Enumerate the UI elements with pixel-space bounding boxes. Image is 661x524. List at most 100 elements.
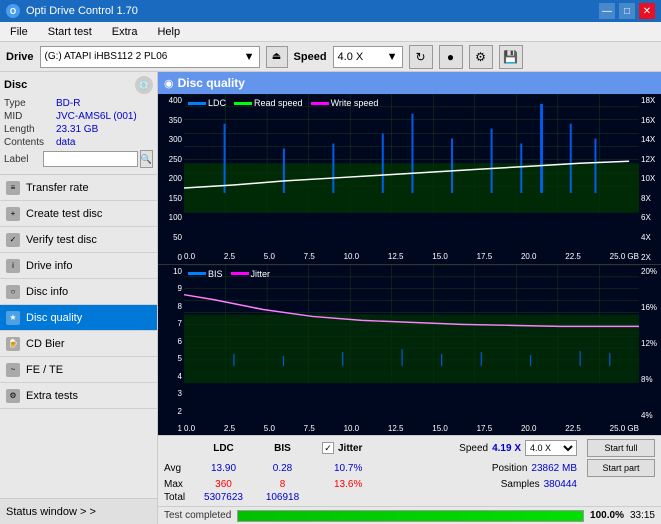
lower-y-axis: 10987654321 — [158, 265, 184, 436]
legend-read: Read speed — [234, 98, 303, 108]
menu-file[interactable]: File — [4, 24, 34, 40]
sidebar-item-drive-info[interactable]: i Drive info — [0, 253, 157, 279]
avg-ldc: 13.90 — [211, 463, 236, 474]
data-header-row: LDC BIS ✓ Jitter Speed 4.19 X 4.0 X — [164, 439, 655, 457]
legend-read-label: Read speed — [254, 98, 303, 108]
total-bis: 106918 — [266, 492, 299, 503]
bottom-panel: LDC BIS ✓ Jitter Speed 4.19 X 4.0 X — [158, 435, 661, 506]
legend-jitter-label: Jitter — [251, 269, 271, 279]
legend-write-label: Write speed — [331, 98, 379, 108]
settings-button[interactable]: ⚙ — [469, 45, 493, 69]
drive-info-icon: i — [6, 259, 20, 273]
speed-label: Speed — [294, 51, 327, 63]
disc-icon: 💿 — [135, 76, 153, 94]
upper-chart-svg — [184, 94, 639, 213]
eject-button[interactable]: ⏏ — [266, 46, 288, 68]
legend-ldc: LDC — [188, 98, 226, 108]
speed-value: 4.19 X — [492, 443, 521, 454]
bis-header: BIS — [274, 443, 291, 454]
speed-selector[interactable]: 4.0 X ▼ — [333, 46, 403, 68]
mid-value: JVC-AMS6L (001) — [56, 111, 137, 122]
contents-label: Contents — [4, 137, 56, 148]
data-total-row: Total 5307623 106918 — [164, 492, 655, 503]
sidebar-item-label: Disc info — [26, 286, 68, 298]
sidebar: Disc 💿 Type BD-R MID JVC-AMS6L (001) Len… — [0, 72, 158, 524]
position-value: 23862 MB — [531, 463, 577, 474]
status-window-button[interactable]: Status window > > — [0, 498, 157, 524]
max-ldc: 360 — [215, 479, 232, 490]
sidebar-item-label: CD Bier — [26, 338, 65, 350]
label-input[interactable] — [43, 151, 138, 167]
start-part-button[interactable]: Start part — [587, 459, 655, 477]
sidebar-item-label: Transfer rate — [26, 182, 89, 194]
burn-button[interactable]: ● — [439, 45, 463, 69]
app-title: Opti Drive Control 1.70 — [26, 5, 138, 17]
max-row-label: Max — [164, 479, 192, 490]
sidebar-item-disc-quality[interactable]: ★ Disc quality — [0, 305, 157, 331]
speed-value: 4.0 X — [338, 51, 383, 63]
sidebar-item-label: Create test disc — [26, 208, 102, 220]
length-label: Length — [4, 124, 56, 135]
max-bis: 8 — [280, 479, 286, 490]
drive-selector[interactable]: (G:) ATAPI iHBS112 2 PL06 ▼ — [40, 46, 260, 68]
ldc-header: LDC — [213, 443, 234, 454]
close-button[interactable]: ✕ — [639, 3, 655, 19]
sidebar-item-fe-te[interactable]: ~ FE / TE — [0, 357, 157, 383]
legend-write: Write speed — [311, 98, 379, 108]
drive-bar: Drive (G:) ATAPI iHBS112 2 PL06 ▼ ⏏ Spee… — [0, 42, 661, 72]
samples-label: Samples — [501, 479, 540, 490]
drive-value: (G:) ATAPI iHBS112 2 PL06 — [45, 51, 240, 62]
bis-col-header: BIS — [255, 443, 310, 454]
chart-title: Disc quality — [178, 76, 245, 90]
jitter-checkbox[interactable]: ✓ — [322, 442, 334, 454]
sidebar-item-disc-info[interactable]: ○ Disc info — [0, 279, 157, 305]
time-text: 33:15 — [630, 510, 655, 521]
minimize-button[interactable]: — — [599, 3, 615, 19]
legend-jitter: Jitter — [231, 269, 271, 279]
avg-row-label: Avg — [164, 463, 192, 474]
sidebar-item-cd-bier[interactable]: 🍺 CD Bier — [0, 331, 157, 357]
drive-dropdown-icon: ▼ — [244, 51, 255, 63]
chart-header: ◉ Disc quality — [158, 72, 661, 94]
length-value: 23.31 GB — [56, 124, 98, 135]
sidebar-item-transfer-rate[interactable]: ≡ Transfer rate — [0, 175, 157, 201]
disc-panel: Disc 💿 Type BD-R MID JVC-AMS6L (001) Len… — [0, 72, 157, 175]
cd-bier-icon: 🍺 — [6, 337, 20, 351]
maximize-button[interactable]: □ — [619, 3, 635, 19]
status-window-label: Status window > > — [6, 506, 96, 518]
upper-x-axis: 0.02.55.07.510.012.515.017.520.022.525.0… — [184, 250, 639, 264]
data-avg-row: Avg 13.90 0.28 10.7% Position 23862 MB — [164, 459, 655, 477]
drive-label: Drive — [6, 51, 34, 63]
sidebar-item-create-test-disc[interactable]: + Create test disc — [0, 201, 157, 227]
verify-test-disc-icon: ✓ — [6, 233, 20, 247]
start-full-button[interactable]: Start full — [587, 439, 655, 457]
speed-select[interactable]: 4.0 X — [525, 440, 577, 456]
extra-tests-icon: ⚙ — [6, 389, 20, 403]
refresh-button[interactable]: ↻ — [409, 45, 433, 69]
menu-bar: File Start test Extra Help — [0, 22, 661, 42]
save-button[interactable]: 💾 — [499, 45, 523, 69]
speed-label: Speed — [459, 443, 488, 454]
legend-bis: BIS — [188, 269, 223, 279]
menu-help[interactable]: Help — [151, 24, 186, 40]
samples-value: 380444 — [544, 479, 577, 490]
sidebar-item-extra-tests[interactable]: ⚙ Extra tests — [0, 383, 157, 409]
transfer-rate-icon: ≡ — [6, 181, 20, 195]
label-button[interactable]: 🔍 — [140, 150, 153, 168]
menu-start-test[interactable]: Start test — [42, 24, 98, 40]
jitter-header: Jitter — [338, 443, 362, 454]
nav-items: ≡ Transfer rate + Create test disc ✓ Ver… — [0, 175, 157, 498]
menu-extra[interactable]: Extra — [106, 24, 144, 40]
contents-value: data — [56, 137, 75, 148]
lower-y-axis-right: 20%16%12%8%4% — [639, 265, 661, 436]
sidebar-item-verify-test-disc[interactable]: ✓ Verify test disc — [0, 227, 157, 253]
disc-panel-title: Disc — [4, 79, 27, 91]
fe-te-icon: ~ — [6, 363, 20, 377]
progress-bar-container: Test completed 100.0% 33:15 — [158, 506, 661, 524]
data-max-row: Max 360 8 13.6% Samples 380444 — [164, 479, 655, 490]
label-label: Label — [4, 154, 41, 165]
ldc-col-header: LDC — [196, 443, 251, 454]
chart-header-icon: ◉ — [164, 77, 174, 90]
lower-x-axis: 0.02.55.07.510.012.515.017.520.022.525.0… — [184, 421, 639, 435]
lower-chart: 10987654321 20%16%12%8%4% — [158, 265, 661, 436]
